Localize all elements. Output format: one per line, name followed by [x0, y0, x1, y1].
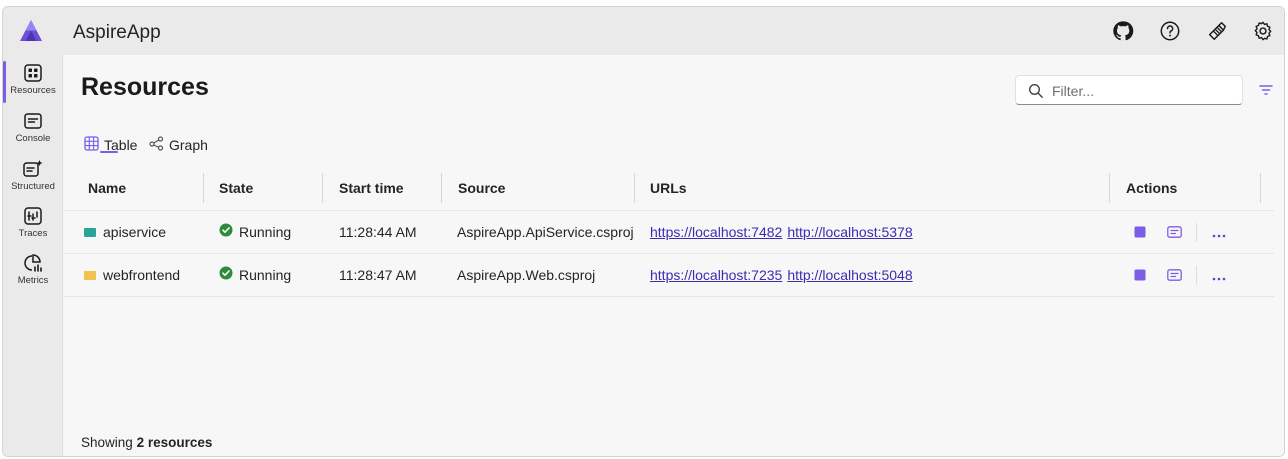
- column-header-start-time[interactable]: Start time: [339, 165, 404, 211]
- filter-input[interactable]: [1052, 80, 1232, 102]
- stop-icon: [1134, 225, 1146, 241]
- sidebar-item-resources[interactable]: Resources: [3, 59, 63, 105]
- state-text: Running: [239, 224, 292, 240]
- urls-cell: https://localhost:7235 http://localhost:5…: [650, 254, 918, 297]
- source-cell: AspireApp.Web.csproj: [457, 267, 596, 283]
- state-text: Running: [239, 267, 292, 283]
- resource-name: webfrontend: [103, 267, 181, 283]
- project-type-icon: [84, 270, 96, 280]
- column-divider[interactable]: [441, 173, 442, 203]
- action-divider: [1196, 223, 1197, 242]
- url-link[interactable]: https://localhost:7482: [650, 224, 782, 240]
- resource-name: apiservice: [103, 224, 167, 240]
- sidebar-item-console[interactable]: Console: [3, 107, 63, 153]
- console-logs-icon: [1166, 225, 1182, 241]
- more-icon: [1212, 268, 1226, 284]
- top-bar: AspireApp: [3, 7, 1284, 55]
- sidebar-item-label: Metrics: [17, 275, 49, 286]
- action-divider: [1196, 266, 1197, 285]
- table-row[interactable]: apiservice Running 11:28:44 AM AspireApp…: [64, 211, 1274, 254]
- column-header-state[interactable]: State: [219, 165, 253, 211]
- selected-tab-indicator: [100, 151, 118, 153]
- more-actions-button[interactable]: [1208, 211, 1230, 254]
- stop-button[interactable]: [1130, 211, 1150, 254]
- tab-label: Graph: [169, 137, 208, 153]
- state-cell: Running: [219, 254, 291, 297]
- sidebar-item-label: Structured: [11, 181, 55, 192]
- column-header-source[interactable]: Source: [458, 165, 505, 211]
- traces-icon: [3, 206, 63, 226]
- url-link[interactable]: http://localhost:5048: [787, 267, 912, 283]
- running-check-icon: [219, 254, 233, 297]
- structured-logs-icon: [3, 159, 63, 179]
- column-divider[interactable]: [322, 173, 323, 203]
- sidebar-item-metrics[interactable]: Metrics: [3, 249, 63, 295]
- console-icon: [3, 111, 63, 131]
- console-logs-icon: [1166, 268, 1182, 284]
- table-header-row: Name State Start time Source URLs Action…: [64, 165, 1274, 211]
- url-link[interactable]: http://localhost:5378: [787, 224, 912, 240]
- console-logs-button[interactable]: [1163, 254, 1185, 297]
- active-indicator: [3, 61, 6, 103]
- page-title: Resources: [81, 73, 209, 101]
- search-icon: [1028, 83, 1044, 102]
- footer-prefix: Showing: [81, 435, 133, 450]
- graph-icon: [149, 136, 169, 154]
- column-header-name[interactable]: Name: [88, 165, 126, 211]
- resource-name-cell[interactable]: webfrontend: [84, 254, 180, 297]
- table-row[interactable]: webfrontend Running 11:28:47 AM AspireAp…: [64, 254, 1274, 297]
- running-check-icon: [219, 211, 233, 254]
- settings-icon[interactable]: [1251, 19, 1275, 43]
- resource-name-cell[interactable]: apiservice: [84, 211, 166, 254]
- sidebar-nav: Resources Console Structured Traces Metr…: [3, 55, 63, 456]
- sidebar-item-label: Resources: [10, 85, 56, 96]
- sidebar-item-traces[interactable]: Traces: [3, 202, 63, 248]
- resource-count-footer: Showing 2 resources: [81, 435, 212, 450]
- main-content: Resources Table Graph Name: [64, 55, 1284, 456]
- resources-icon: [3, 63, 63, 83]
- metrics-icon: [3, 253, 63, 273]
- learn-icon[interactable]: [1205, 19, 1229, 43]
- tab-graph[interactable]: Graph: [149, 132, 208, 158]
- more-actions-button[interactable]: [1208, 254, 1230, 297]
- more-icon: [1212, 225, 1226, 241]
- aspire-logo-icon[interactable]: [17, 17, 45, 45]
- state-cell: Running: [219, 211, 291, 254]
- console-logs-button[interactable]: [1163, 211, 1185, 254]
- column-divider[interactable]: [634, 173, 635, 203]
- start-time-cell: 11:28:44 AM: [339, 224, 417, 240]
- column-divider: [1260, 173, 1261, 203]
- url-link[interactable]: https://localhost:7235: [650, 267, 782, 283]
- sidebar-item-label: Console: [15, 133, 51, 144]
- stop-button[interactable]: [1130, 254, 1150, 297]
- urls-cell: https://localhost:7482 http://localhost:5…: [650, 211, 918, 254]
- filter-options-icon[interactable]: [1257, 81, 1275, 99]
- stop-icon: [1134, 268, 1146, 284]
- sidebar-item-structured[interactable]: Structured: [3, 155, 63, 201]
- footer-count: 2 resources: [136, 435, 213, 450]
- column-divider[interactable]: [203, 173, 204, 203]
- app-window: AspireApp Resources Console Structured T…: [2, 6, 1285, 457]
- column-divider[interactable]: [1109, 173, 1110, 203]
- sidebar-item-label: Traces: [18, 228, 48, 239]
- github-icon[interactable]: [1111, 19, 1135, 43]
- column-header-urls[interactable]: URLs: [650, 165, 687, 211]
- start-time-cell: 11:28:47 AM: [339, 267, 417, 283]
- filter-field[interactable]: [1015, 75, 1243, 105]
- help-icon[interactable]: [1158, 19, 1182, 43]
- project-type-icon: [84, 227, 96, 237]
- tab-table[interactable]: Table: [84, 132, 137, 158]
- source-cell: AspireApp.ApiService.csproj: [457, 224, 634, 240]
- app-title[interactable]: AspireApp: [73, 22, 161, 44]
- column-header-actions: Actions: [1126, 180, 1178, 196]
